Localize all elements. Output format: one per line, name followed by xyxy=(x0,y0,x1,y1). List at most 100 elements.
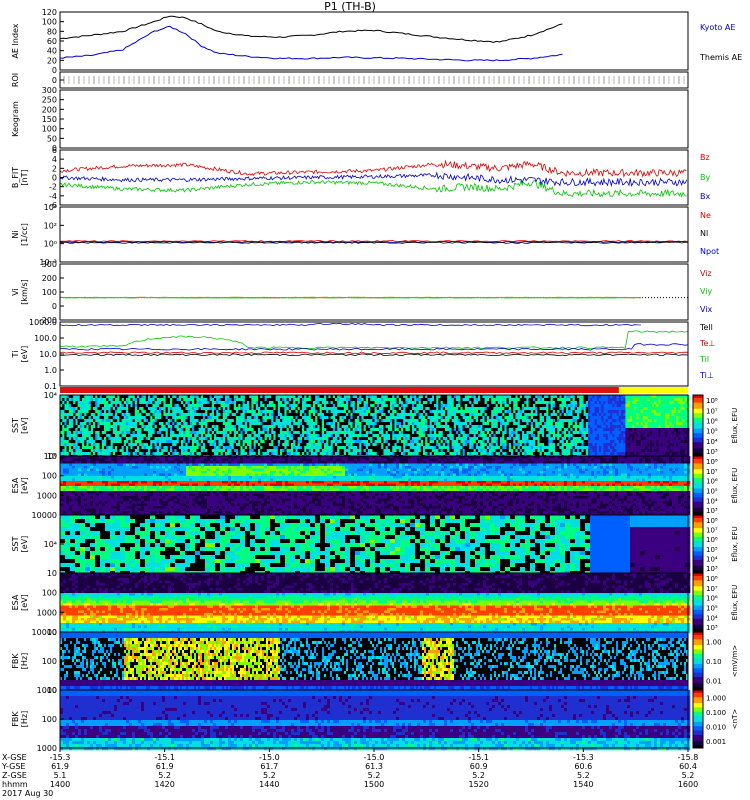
spectro-cell xyxy=(559,413,562,416)
spectro-cell xyxy=(386,428,389,431)
spectro-cell xyxy=(579,434,582,437)
spectro-cell xyxy=(678,431,681,434)
spectro-cell xyxy=(267,404,270,407)
spectro-cell xyxy=(405,422,408,425)
spectro-cell xyxy=(652,407,655,410)
spectro-cell xyxy=(284,434,287,437)
spectro-cell xyxy=(62,422,64,425)
spectro-cell xyxy=(236,431,239,434)
spectro-cell xyxy=(324,416,327,419)
spectro-cell xyxy=(654,404,657,407)
spectro-cell xyxy=(339,416,342,419)
spectro-cell xyxy=(361,440,364,443)
spectro-cell xyxy=(427,419,430,422)
spectro-cell xyxy=(133,425,136,428)
spectro-cell xyxy=(172,416,175,419)
spectro-cell xyxy=(680,419,683,422)
spectro-cell xyxy=(621,413,624,416)
spectro-cell xyxy=(150,404,153,407)
spectro-cell xyxy=(324,428,327,431)
spectro-cell xyxy=(399,440,402,443)
spectro-cell xyxy=(291,416,294,419)
spectro-cell xyxy=(62,434,64,437)
spectro-cell xyxy=(86,434,89,437)
spectro-cell xyxy=(293,428,296,431)
spectro-cell xyxy=(518,422,521,425)
spectro-cell xyxy=(234,398,237,401)
spectro-cell xyxy=(568,425,571,428)
spectro-cell xyxy=(309,428,312,431)
spectro-cell xyxy=(606,425,609,428)
spectro-cell xyxy=(469,422,472,425)
spectro-cell xyxy=(295,443,298,446)
spectro-cell xyxy=(335,410,338,413)
spectro-cell xyxy=(130,404,133,407)
spectro-cell xyxy=(139,401,142,404)
spectro-cell xyxy=(355,404,358,407)
spectro-cell xyxy=(201,407,204,410)
spectro-cell xyxy=(227,431,230,434)
spectro-cell xyxy=(254,440,257,443)
spectro-cell xyxy=(306,443,309,446)
spectro-cell xyxy=(311,431,314,434)
spectro-cell xyxy=(339,419,342,422)
spectro-cell xyxy=(218,416,221,419)
spectro-cell xyxy=(315,431,318,434)
spectro-cell xyxy=(564,422,567,425)
spectro-cell xyxy=(597,404,600,407)
spectro-cell xyxy=(75,428,78,431)
spectro-cell xyxy=(405,428,408,431)
spectro-cell xyxy=(372,431,375,434)
spectro-cell xyxy=(249,410,252,413)
spectro-cell xyxy=(232,401,235,404)
spectro-cell xyxy=(625,404,628,407)
spectro-cell xyxy=(498,413,501,416)
spectro-cell xyxy=(533,428,536,431)
spectro-cell xyxy=(359,437,362,440)
spectro-cell xyxy=(542,425,545,428)
spectro-cell xyxy=(526,407,529,410)
spectro-cell xyxy=(317,437,320,440)
spectro-cell xyxy=(493,437,496,440)
spectro-cell xyxy=(584,413,587,416)
spectro-cell xyxy=(269,437,272,440)
spectro-cell xyxy=(678,401,681,404)
spectro-cell xyxy=(236,410,239,413)
spectro-cell xyxy=(570,431,573,434)
spectro-cell xyxy=(254,428,257,431)
spectro-cell xyxy=(623,407,626,410)
spectro-cell xyxy=(366,425,369,428)
spectro-cell xyxy=(177,434,180,437)
spectro-cell xyxy=(122,428,125,431)
spectro-cell xyxy=(328,422,331,425)
spectro-cell xyxy=(73,413,76,416)
spectro-cell xyxy=(656,401,659,404)
spectro-cell xyxy=(509,413,512,416)
spectro-cell xyxy=(590,422,593,425)
spectro-cell xyxy=(443,437,446,440)
spectro-cell xyxy=(282,410,285,413)
spectro-cell xyxy=(190,398,193,401)
spectro-cell xyxy=(225,407,228,410)
spectro-cell xyxy=(476,440,479,443)
spectro-cell xyxy=(240,401,243,404)
spectro-cell xyxy=(656,431,659,434)
spectro-cell xyxy=(480,401,483,404)
spectro-cell xyxy=(223,413,226,416)
spectro-cell xyxy=(680,428,683,431)
spectro-cell xyxy=(320,416,323,419)
spectro-cell xyxy=(273,425,276,428)
spectro-cell xyxy=(163,425,166,428)
spectro-cell xyxy=(350,404,353,407)
spectro-cell xyxy=(456,428,459,431)
spectro-cell xyxy=(82,431,85,434)
spectro-cell xyxy=(295,425,298,428)
spectro-cell xyxy=(155,431,158,434)
spectro-cell xyxy=(555,404,558,407)
spectro-cell xyxy=(192,440,195,443)
spectro-cell xyxy=(328,404,331,407)
spectro-cell xyxy=(355,398,358,401)
spectro-cell xyxy=(276,407,279,410)
spectro-cell xyxy=(262,407,265,410)
spectro-cell xyxy=(575,419,578,422)
